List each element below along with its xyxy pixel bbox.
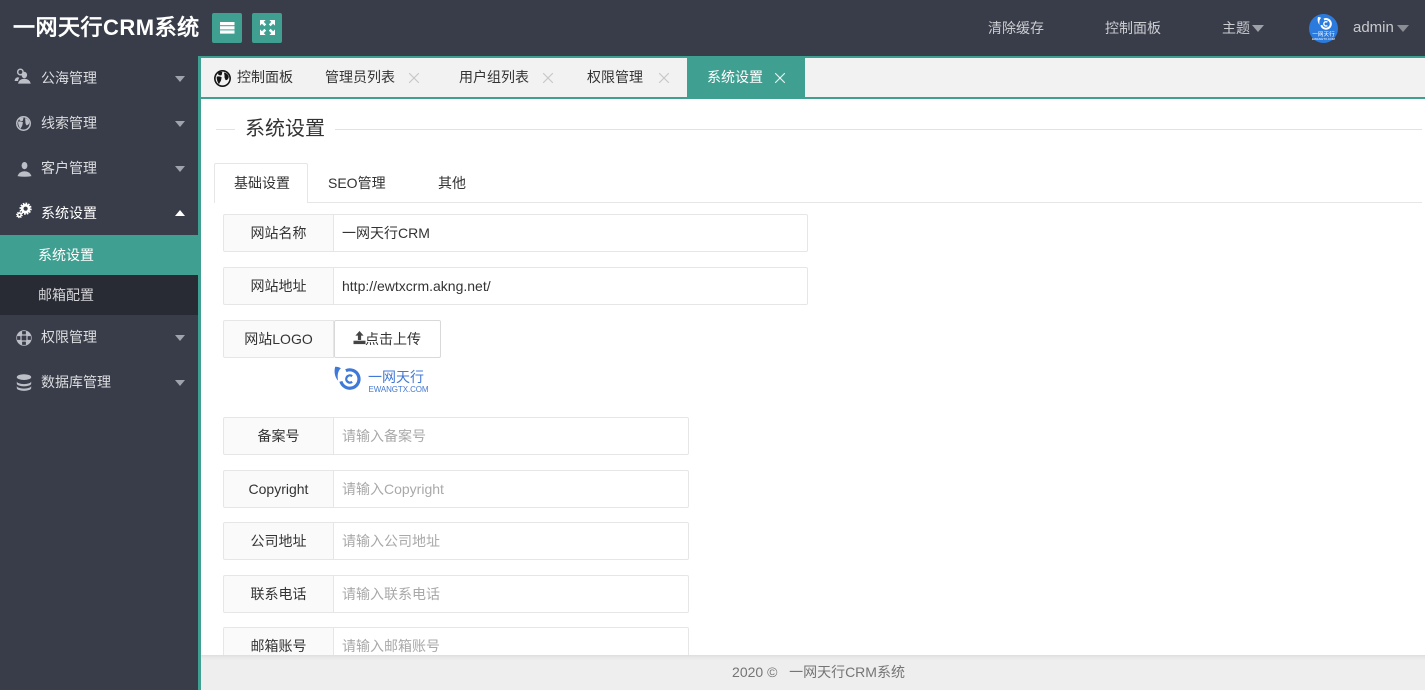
svg-text:EWANGTX.COM: EWANGTX.COM xyxy=(1312,37,1335,41)
